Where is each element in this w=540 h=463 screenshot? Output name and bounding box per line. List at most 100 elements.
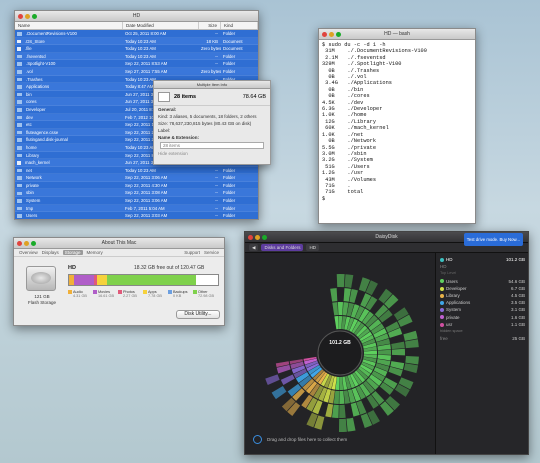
sunburst-segment[interactable]: [271, 386, 287, 400]
tab-overview[interactable]: Overview: [19, 250, 38, 255]
table-row[interactable]: .file Today 10:23 AM Zero bytes Document: [15, 45, 258, 53]
column-name[interactable]: Name: [15, 22, 123, 29]
minimize-button[interactable]: [24, 241, 29, 246]
column-kind[interactable]: Kind: [221, 22, 258, 29]
table-row[interactable]: .fseventsd Today 10:23 AM -- Folder: [15, 52, 258, 61]
close-button[interactable]: [17, 241, 22, 246]
daisy-item-row[interactable]: private 1.6 GB: [440, 314, 525, 321]
column-size[interactable]: Size: [199, 22, 221, 29]
tab-service[interactable]: Service: [204, 250, 219, 255]
file-size: 18 KB: [206, 38, 218, 44]
table-row[interactable]: .Spotlight-V100 Sep 22, 2011 8:53 AM -- Fol…: [15, 60, 258, 68]
sunburst-segment[interactable]: [344, 274, 354, 288]
sunburst-segment[interactable]: [330, 288, 338, 302]
sunburst-segment[interactable]: [377, 349, 391, 355]
info-header: 28 items 78.64 GB: [154, 89, 270, 106]
sunburst-segment[interactable]: [334, 316, 339, 330]
name-field[interactable]: 28 items: [160, 142, 264, 149]
file-name: .vol: [15, 68, 123, 75]
sunburst-segment[interactable]: [325, 403, 334, 418]
daisy-item-row[interactable]: usr 1.1 GB: [440, 321, 525, 328]
terminal-titlebar[interactable]: HD — bash: [319, 29, 475, 40]
close-button[interactable]: [248, 235, 253, 240]
daisy-item-row[interactable]: Users 54.6 GB: [440, 278, 525, 285]
table-row[interactable]: tmp Feb 7, 2011 5:04 AM -- Folder: [15, 204, 258, 213]
disk-utility-button[interactable]: Disk Utility...: [176, 310, 220, 319]
sunburst-center[interactable]: [317, 330, 363, 376]
tab-memory[interactable]: Memory: [87, 250, 103, 255]
sunburst-segment[interactable]: [405, 356, 419, 365]
zoom-button[interactable]: [31, 241, 36, 246]
file-kind: Folder: [223, 190, 236, 196]
storage-segment: [74, 275, 95, 285]
table-row[interactable]: sbin Sep 22, 2011 3:08 AM -- Folder: [15, 189, 258, 198]
tab-storage[interactable]: Storage: [62, 250, 83, 255]
table-row[interactable]: .DS_Store Today 10:23 AM 18 KB Document: [15, 37, 258, 46]
sunburst-segment[interactable]: [338, 316, 343, 330]
terminal-output[interactable]: $ sudo du -c -d 1 -h 31M ./.DocumentRevi…: [319, 40, 475, 204]
sunburst-segment[interactable]: [265, 374, 280, 386]
file-size: --: [215, 175, 218, 181]
zoom-button[interactable]: [262, 235, 267, 240]
sunburst-segment[interactable]: [339, 404, 346, 418]
daisy-item-row[interactable]: Applications 3.5 GB: [440, 299, 525, 306]
table-row[interactable]: net Today 10:23 AM -- Folder: [15, 167, 258, 175]
close-button[interactable]: [322, 32, 327, 37]
sunburst-segment[interactable]: [336, 274, 345, 288]
hide-extension-checkbox[interactable]: Hide extension: [154, 150, 270, 157]
buy-now-button[interactable]: Test drive mode. Buy Now...: [463, 233, 523, 246]
sunburst-segment[interactable]: [337, 302, 344, 316]
back-button[interactable]: ◀: [249, 244, 259, 251]
sunburst-segment[interactable]: [280, 374, 295, 385]
file-name: Developer: [15, 106, 123, 113]
tab-displays[interactable]: Displays: [42, 250, 59, 255]
crumb-disks-and-folders[interactable]: Disks and Folders: [261, 244, 304, 251]
minimize-button[interactable]: [255, 235, 260, 240]
minimize-button[interactable]: [329, 32, 334, 37]
daisy-item-row[interactable]: Developer 6.7 GB: [440, 285, 525, 292]
table-row[interactable]: System Sep 22, 2011 3:06 AM -- Folder: [15, 197, 258, 205]
sunburst-segment[interactable]: [338, 418, 347, 432]
sunburst-segment[interactable]: [332, 302, 339, 316]
sunburst-segment[interactable]: [403, 330, 418, 341]
sunburst-segment[interactable]: [363, 350, 377, 355]
collector-icon[interactable]: [253, 435, 262, 444]
file-date: Today 10:23 AM: [125, 167, 156, 173]
daisy-titlebar[interactable]: DaisyDisk Test drive mode. Buy Now...: [245, 232, 528, 246]
table-row[interactable]: Users Sep 22, 2011 3:03 AM -- Folder: [15, 212, 258, 219]
column-date[interactable]: Date Modified: [123, 22, 199, 29]
daisy-item-row[interactable]: System 3.1 GB: [440, 306, 525, 313]
table-row[interactable]: .DocumentRevisions-V100 Oct 25, 2011 8:00…: [15, 30, 258, 38]
name-ext-section-header[interactable]: Name & Extension:: [154, 134, 270, 141]
table-row[interactable]: private Sep 22, 2011 4:30 AM -- Folder: [15, 182, 258, 190]
volume-sublabel: HD: [440, 264, 447, 270]
zoom-button[interactable]: [32, 14, 37, 19]
crumb-hd[interactable]: HD: [306, 244, 319, 251]
tab-support[interactable]: Support: [184, 250, 200, 255]
volume-name: HD: [68, 265, 76, 271]
table-row[interactable]: .vol Sep 27, 2011 7:55 AM Zero bytes Folder: [15, 67, 258, 76]
sunburst-segment[interactable]: [403, 363, 419, 374]
table-row[interactable]: Network Sep 22, 2011 3:06 AM -- Folder: [15, 174, 258, 182]
sunburst-segment[interactable]: [346, 417, 356, 432]
file-kind: Folder: [223, 182, 236, 188]
sunburst-segment[interactable]: [331, 404, 339, 418]
folder-icon: [17, 115, 22, 120]
daisy-item-row[interactable]: Library 4.5 GB: [440, 292, 525, 299]
volume-row[interactable]: HD 101.2 GB: [440, 256, 525, 263]
minimize-button[interactable]: [25, 14, 30, 19]
close-button[interactable]: [18, 14, 23, 19]
general-section-header[interactable]: General:: [154, 106, 270, 113]
file-size: --: [199, 212, 221, 219]
sunburst-segment[interactable]: [391, 348, 405, 356]
about-titlebar[interactable]: About This Mac: [14, 238, 224, 249]
finder-titlebar[interactable]: HD: [15, 11, 258, 22]
file-size: --: [215, 190, 218, 196]
file-date: Today 10:23 AM: [125, 46, 156, 52]
sunburst-segment[interactable]: [391, 341, 405, 350]
about-this-mac-window: About This Mac Overview Displays Storage…: [13, 237, 225, 326]
info-titlebar[interactable]: Multiple Item Info: [154, 81, 270, 89]
zoom-button[interactable]: [336, 32, 341, 37]
sunburst-segment[interactable]: [404, 339, 419, 349]
sunburst-segment[interactable]: [339, 390, 345, 404]
